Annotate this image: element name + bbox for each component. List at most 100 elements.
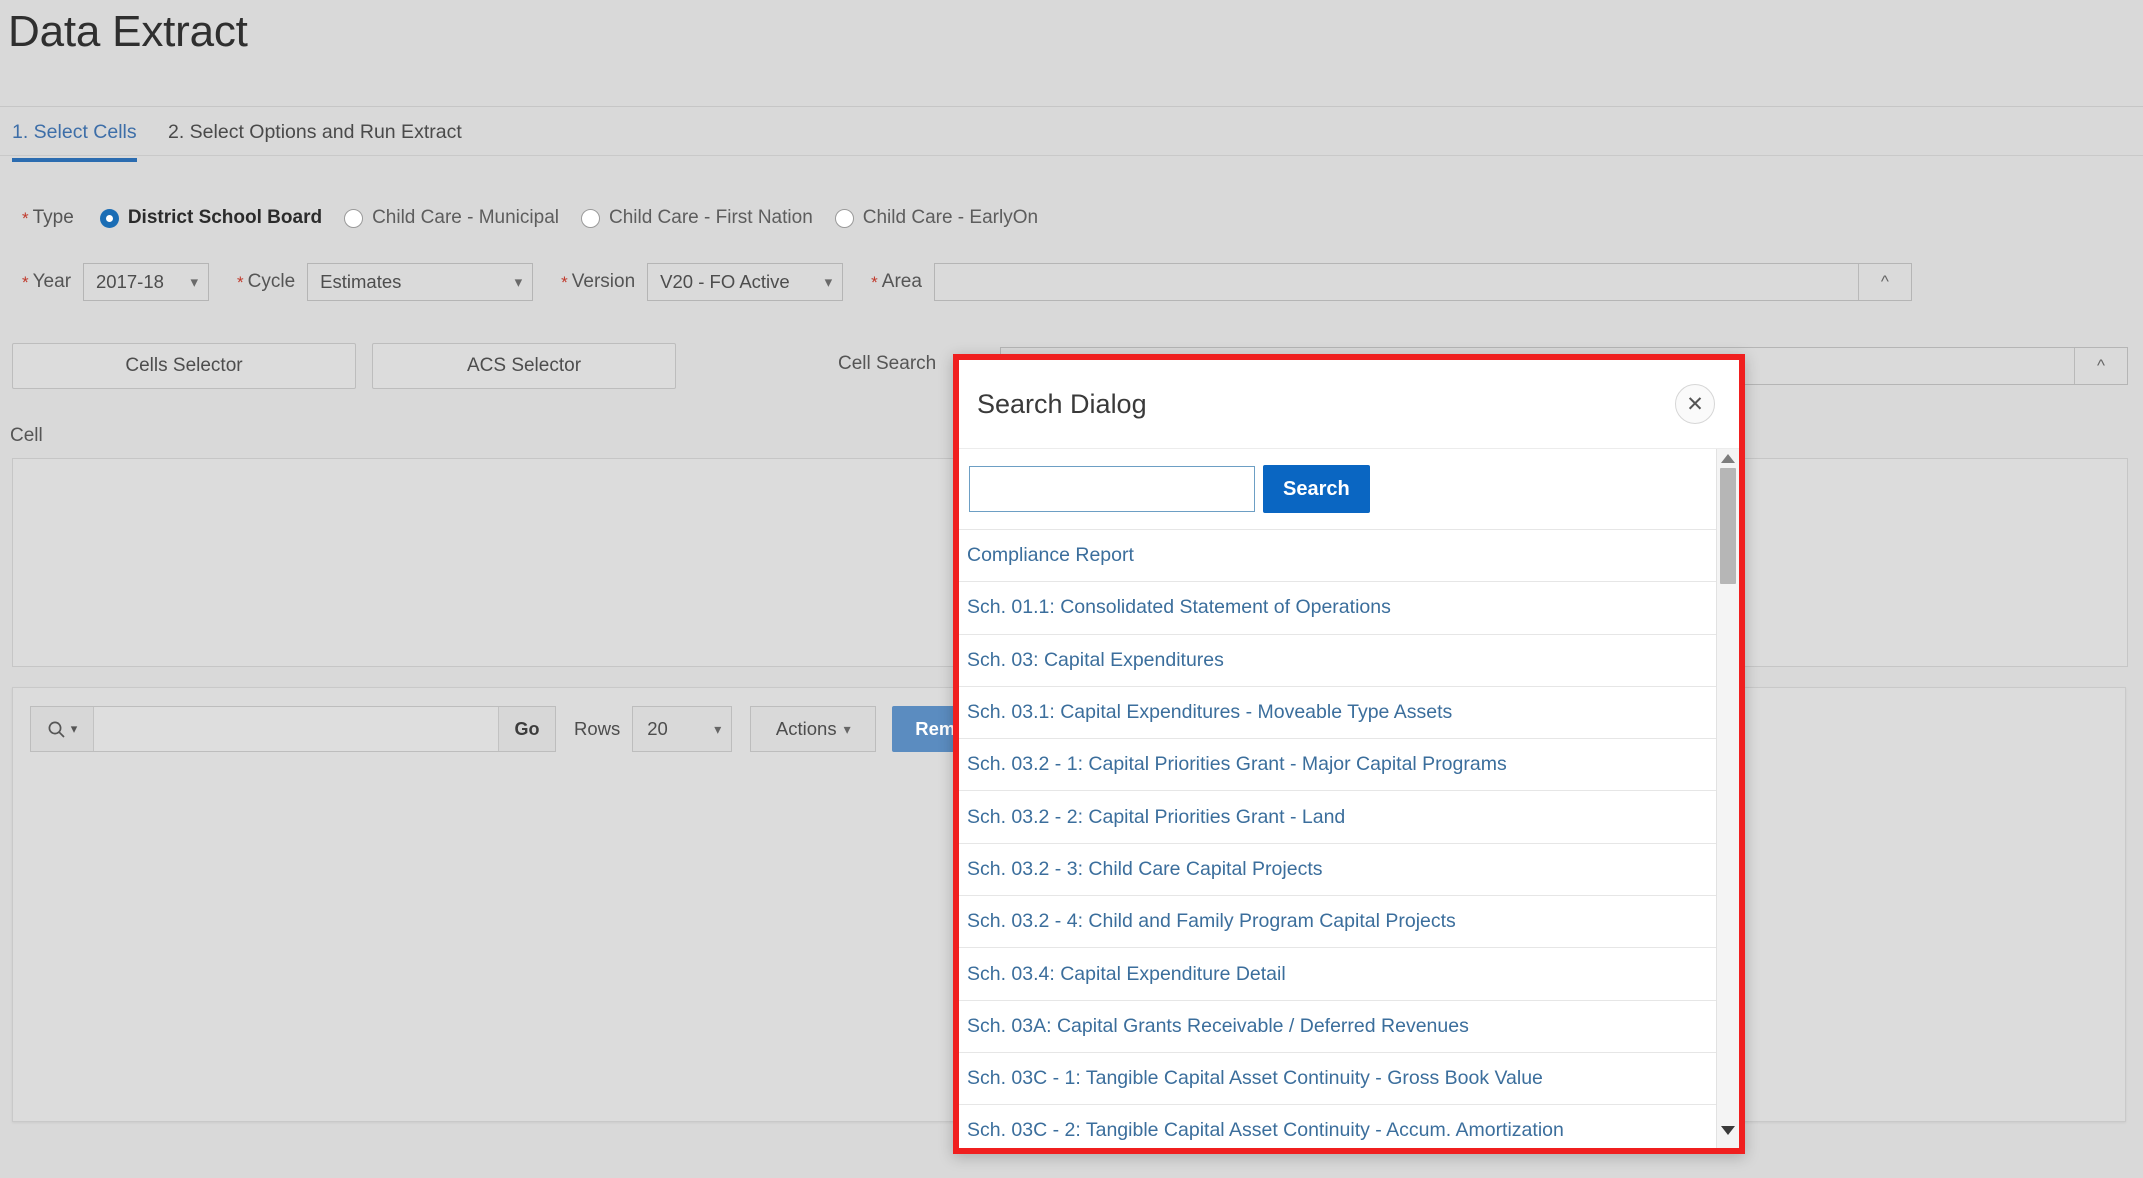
search-result-label: Sch. 03.2 - 3: Child Care Capital Projec… — [967, 857, 1323, 880]
search-dialog-title: Search Dialog — [977, 388, 1147, 419]
year-label: Year — [32, 271, 72, 292]
chevron-down-icon: ▾ — [70, 721, 78, 736]
search-results-list: Compliance Report Sch. 01.1: Consolidated… — [959, 529, 1716, 1148]
search-result-item[interactable]: Sch. 03.1: Capital Expenditures - Moveab… — [959, 687, 1716, 740]
search-result-item[interactable]: Sch. 03A: Capital Grants Receivable / De… — [959, 1001, 1716, 1053]
go-button[interactable]: Go — [498, 707, 555, 751]
search-result-label: Sch. 03: Capital Expenditures — [967, 648, 1224, 671]
search-result-item[interactable]: Sch. 03.2 - 3: Child Care Capital Projec… — [959, 844, 1716, 897]
year-required-marker: * — [22, 272, 29, 292]
rows-per-page-select[interactable]: 20 ▾ — [632, 706, 733, 752]
cycle-select-value: Estimates — [320, 271, 402, 292]
chevron-down-icon: ▾ — [824, 273, 833, 291]
version-required-marker: * — [561, 272, 568, 292]
actions-button-label: Actions — [775, 718, 837, 739]
search-result-label: Sch. 03A: Capital Grants Receivable / De… — [967, 1014, 1469, 1037]
search-button[interactable]: Search — [1263, 465, 1370, 513]
search-result-label: Sch. 03.2 - 1: Capital Priorities Grant … — [967, 753, 1507, 776]
cycle-required-marker: * — [237, 272, 244, 292]
search-dialog: Search Dialog ✕ Search Compliance Report… — [959, 360, 1739, 1148]
area-field[interactable]: ^ — [933, 263, 1912, 301]
radio-label: Child Care - First Nation — [608, 207, 813, 228]
version-select-value: V20 - FO Active — [660, 271, 790, 292]
search-result-item[interactable]: Sch. 03: Capital Expenditures — [959, 635, 1716, 687]
radio-indicator-icon[interactable] — [344, 208, 364, 228]
type-label: Type — [32, 207, 74, 228]
radio-indicator-icon[interactable] — [580, 208, 600, 228]
report-toolbar: ▾ Go Rows 20 ▾ Actions ▾ Remove — [30, 706, 1011, 752]
type-required-marker: * — [22, 208, 29, 228]
search-dialog-highlight: Search Dialog ✕ Search Compliance Report… — [953, 354, 1745, 1154]
cell-section-label: Cell — [10, 425, 43, 446]
radio-child-care-earlyon[interactable]: Child Care - EarlyOn — [834, 207, 1039, 229]
area-input[interactable] — [934, 264, 1858, 300]
chevron-up-icon[interactable]: ^ — [1857, 264, 1911, 300]
radio-label: District School Board — [127, 207, 323, 228]
search-result-label: Compliance Report — [967, 544, 1134, 567]
version-select[interactable]: V20 - FO Active ▾ — [647, 263, 844, 301]
acs-selector-button[interactable]: ACS Selector — [372, 343, 676, 389]
search-result-item[interactable]: Compliance Report — [959, 529, 1716, 583]
search-results-scrollbar[interactable] — [1716, 449, 1739, 1148]
search-result-label: Sch. 03.2 - 4: Child and Family Program … — [967, 910, 1456, 933]
chevron-down-icon: ▾ — [843, 720, 851, 737]
search-result-item[interactable]: Sch. 03.2 - 2: Capital Priorities Grant … — [959, 791, 1716, 844]
search-result-label: Sch. 03C - 1: Tangible Capital Asset Con… — [967, 1067, 1543, 1090]
rows-per-page-value: 20 — [647, 718, 668, 739]
chevron-down-icon: ▾ — [514, 273, 523, 291]
radio-child-care-first-nation[interactable]: Child Care - First Nation — [580, 207, 813, 229]
search-result-item[interactable]: Sch. 03.2 - 4: Child and Family Program … — [959, 896, 1716, 949]
radio-child-care-municipal[interactable]: Child Care - Municipal — [344, 207, 559, 229]
header-divider — [0, 155, 2143, 156]
radio-indicator-selected-icon[interactable] — [99, 208, 119, 228]
version-label: Version — [571, 271, 636, 292]
radio-label: Child Care - EarlyOn — [862, 207, 1039, 228]
search-dialog-content: Search Compliance Report Sch. 01.1: Conso… — [959, 449, 1716, 1148]
magnifier-icon[interactable]: ▾ — [31, 707, 94, 751]
type-field-row: * Type District School Board Child Care … — [22, 203, 1060, 233]
report-search-input[interactable] — [94, 707, 498, 751]
cycle-label-wrap: * Cycle — [237, 271, 295, 293]
page-title: Data Extract — [8, 7, 248, 56]
tab-bar: 1. Select Cells 2. Select Options and Ru… — [0, 106, 2143, 162]
cycle-label: Cycle — [247, 271, 296, 292]
search-result-label: Sch. 03.2 - 2: Capital Priorities Grant … — [967, 805, 1346, 828]
cell-search-label: Cell Search — [838, 353, 937, 374]
actions-button[interactable]: Actions ▾ — [750, 706, 877, 752]
radio-indicator-icon[interactable] — [834, 208, 854, 228]
search-result-item[interactable]: Sch. 03.2 - 1: Capital Priorities Grant … — [959, 739, 1716, 792]
search-result-label: Sch. 03.1: Capital Expenditures - Moveab… — [967, 701, 1453, 724]
area-required-marker: * — [871, 272, 878, 292]
search-result-label: Sch. 03.4: Capital Expenditure Detail — [967, 962, 1286, 985]
area-label-wrap: * Area — [871, 271, 922, 293]
cells-selector-button[interactable]: Cells Selector — [12, 343, 356, 389]
type-radio-group: District School Board Child Care - Munic… — [99, 207, 1060, 229]
search-dialog-header: Search Dialog ✕ — [959, 360, 1739, 449]
scroll-down-arrow-icon[interactable] — [1721, 1126, 1735, 1135]
search-result-item[interactable]: Sch. 03C - 1: Tangible Capital Asset Con… — [959, 1053, 1716, 1106]
radio-label: Child Care - Municipal — [372, 207, 559, 228]
close-icon[interactable]: ✕ — [1675, 384, 1715, 424]
search-result-item[interactable]: Sch. 01.1: Consolidated Statement of Ope… — [959, 582, 1716, 635]
area-label: Area — [881, 271, 922, 292]
search-result-item[interactable]: Sch. 03C - 2: Tangible Capital Asset Con… — [959, 1105, 1716, 1148]
year-select-value: 2017-18 — [96, 271, 164, 292]
cycle-select[interactable]: Estimates ▾ — [307, 263, 534, 301]
year-select[interactable]: 2017-18 ▾ — [83, 263, 210, 301]
version-label-wrap: * Version — [561, 271, 635, 293]
report-search-combo[interactable]: ▾ Go — [30, 706, 556, 752]
search-result-label: Sch. 03C - 2: Tangible Capital Asset Con… — [967, 1119, 1564, 1142]
search-result-label: Sch. 01.1: Consolidated Statement of Ope… — [967, 596, 1391, 619]
search-input[interactable] — [969, 466, 1255, 512]
radio-district-school-board[interactable]: District School Board — [99, 207, 323, 229]
rows-label: Rows — [574, 718, 621, 739]
scroll-up-arrow-icon[interactable] — [1721, 454, 1735, 463]
tab-select-options-and-run-extract[interactable]: 2. Select Options and Run Extract — [168, 121, 462, 158]
chevron-up-icon[interactable]: ^ — [2074, 348, 2127, 384]
search-result-item[interactable]: Sch. 03.4: Capital Expenditure Detail — [959, 948, 1716, 1001]
chevron-down-icon: ▾ — [190, 273, 199, 291]
filters-row: * Year 2017-18 ▾ * Cycle Estimates ▾ * V… — [0, 262, 2143, 302]
scrollbar-thumb[interactable] — [1720, 468, 1736, 584]
search-dialog-body: Search Compliance Report Sch. 01.1: Conso… — [959, 449, 1739, 1148]
year-label-wrap: * Year — [22, 271, 71, 293]
